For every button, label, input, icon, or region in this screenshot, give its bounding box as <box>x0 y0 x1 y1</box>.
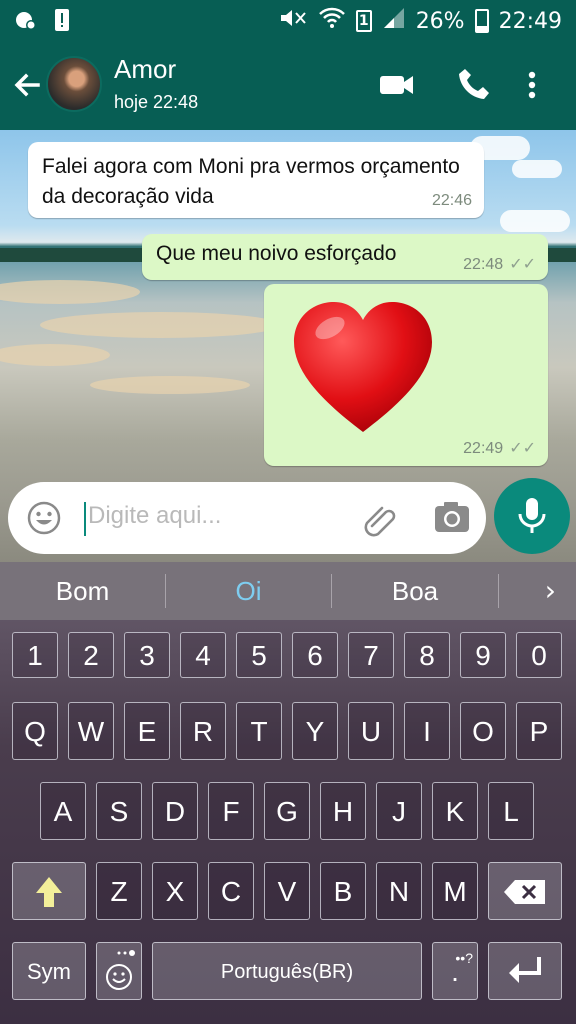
key-y[interactable]: Y <box>292 702 338 760</box>
key-a[interactable]: A <box>40 782 86 840</box>
key-v[interactable]: V <box>264 862 310 920</box>
shift-key[interactable] <box>12 862 86 920</box>
double-check-icon: ✓✓ <box>509 440 536 457</box>
key-i[interactable]: I <box>404 702 450 760</box>
message-input[interactable]: Digite aqui... <box>88 502 221 530</box>
key-e[interactable]: E <box>124 702 170 760</box>
suggestion-divider <box>498 574 499 608</box>
wallpaper-cloud <box>512 160 562 178</box>
attach-icon[interactable] <box>360 500 398 538</box>
space-key[interactable]: Português(BR) <box>152 942 422 1000</box>
status-bar: 1 26% 22:49 <box>0 0 576 40</box>
video-call-icon[interactable] <box>378 66 416 104</box>
wallpaper-sandbar <box>0 280 140 304</box>
key-9[interactable]: 9 <box>460 632 506 678</box>
suggestion-item[interactable]: Boa <box>332 562 498 620</box>
key-x[interactable]: X <box>152 862 198 920</box>
backspace-key[interactable] <box>488 862 562 920</box>
key-d[interactable]: D <box>152 782 198 840</box>
key-6[interactable]: 6 <box>292 632 338 678</box>
last-seen: hoje 22:48 <box>114 92 199 112</box>
suggestion-item[interactable]: Bom <box>0 562 165 620</box>
message-incoming[interactable]: Falei agora com Moni pra vermos orçament… <box>28 142 484 218</box>
alert-icon <box>54 8 70 36</box>
chat-header: Amor hoje 22:48 <box>0 40 576 130</box>
mute-icon <box>278 6 308 36</box>
camera-icon[interactable] <box>432 500 472 536</box>
message-outgoing-emoji[interactable]: 22:49 ✓✓ <box>264 284 548 466</box>
key-n[interactable]: N <box>376 862 422 920</box>
key-3[interactable]: 3 <box>124 632 170 678</box>
key-s[interactable]: S <box>96 782 142 840</box>
voice-call-icon[interactable] <box>456 66 494 104</box>
key-u[interactable]: U <box>348 702 394 760</box>
contact-name[interactable]: Amor <box>114 54 176 85</box>
shift-icon <box>36 877 62 907</box>
signal-icon <box>382 6 406 36</box>
key-t[interactable]: T <box>236 702 282 760</box>
double-check-icon: ✓✓ <box>509 256 536 273</box>
key-8[interactable]: 8 <box>404 632 450 678</box>
suggestion-item-active[interactable]: Oi <box>166 562 331 620</box>
battery-percent: 26% <box>415 8 465 34</box>
key-c[interactable]: C <box>208 862 254 920</box>
battery-icon <box>474 9 489 33</box>
key-4[interactable]: 4 <box>180 632 226 678</box>
key-2[interactable]: 2 <box>68 632 114 678</box>
message-time: 22:49 ✓✓ <box>463 440 536 457</box>
key-k[interactable]: K <box>432 782 478 840</box>
key-1[interactable]: 1 <box>12 632 58 678</box>
sim-icon: 1 <box>355 10 372 32</box>
notification-icon <box>14 8 38 36</box>
message-time: 22:48 ✓✓ <box>463 256 536 273</box>
key-p[interactable]: P <box>516 702 562 760</box>
key-g[interactable]: G <box>264 782 310 840</box>
wallpaper-sandbar <box>40 312 280 338</box>
enter-key[interactable] <box>488 942 562 1000</box>
clock: 22:49 <box>498 8 562 34</box>
message-outgoing[interactable]: Que meu noivo esforçado 22:48 ✓✓ <box>142 234 548 280</box>
message-time: 22:46 <box>431 192 472 209</box>
keyboard: Bom Oi Boa › 1 2 3 4 5 6 7 8 9 0 Q W E R… <box>0 562 576 1024</box>
more-options-icon[interactable] <box>522 66 542 104</box>
enter-icon <box>509 957 541 983</box>
key-0[interactable]: 0 <box>516 632 562 678</box>
wifi-icon <box>318 6 346 36</box>
key-m[interactable]: M <box>432 862 478 920</box>
key-b[interactable]: B <box>320 862 366 920</box>
message-text: Falei agora com Moni pra vermos orçament… <box>42 155 460 208</box>
avatar[interactable] <box>46 56 102 112</box>
back-arrow-icon[interactable] <box>10 68 44 102</box>
key-o[interactable]: O <box>460 702 506 760</box>
suggestions-more-icon[interactable]: › <box>545 574 556 607</box>
key-q[interactable]: Q <box>12 702 58 760</box>
key-f[interactable]: F <box>208 782 254 840</box>
key-r[interactable]: R <box>180 702 226 760</box>
key-j[interactable]: J <box>376 782 422 840</box>
period-hint: ••? <box>455 950 473 966</box>
period-key[interactable]: ••? . <box>432 942 478 1000</box>
message-composer[interactable]: Digite aqui... <box>8 482 486 554</box>
mic-button[interactable] <box>494 478 570 554</box>
key-l[interactable]: L <box>488 782 534 840</box>
emoji-key[interactable] <box>96 942 142 1000</box>
backspace-icon <box>504 880 545 904</box>
key-w[interactable]: W <box>68 702 114 760</box>
key-z[interactable]: Z <box>96 862 142 920</box>
suggestion-bar: Bom Oi Boa › <box>0 562 576 620</box>
sym-key[interactable]: Sym <box>12 942 86 1000</box>
key-7[interactable]: 7 <box>348 632 394 678</box>
text-caret <box>84 502 86 536</box>
key-5[interactable]: 5 <box>236 632 282 678</box>
wallpaper-cloud <box>500 210 570 232</box>
mic-icon <box>518 498 546 533</box>
emoji-icon[interactable] <box>26 500 62 536</box>
heart-emoji-icon <box>294 302 432 432</box>
emoji-smiley-icon <box>106 950 135 990</box>
key-h[interactable]: H <box>320 782 366 840</box>
wallpaper-sandbar <box>90 376 250 394</box>
wallpaper-sandbar <box>0 344 110 366</box>
